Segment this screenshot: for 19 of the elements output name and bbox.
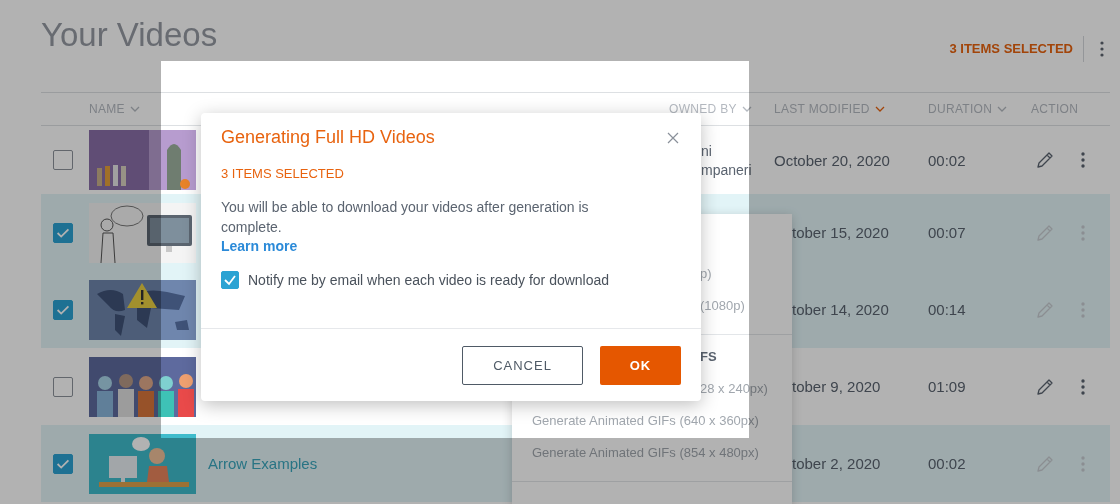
dialog-message: You will be able to download your videos after generation is complete. [221,198,590,237]
duration: 00:02 [928,455,966,472]
selection-count: 3 ITEMS SELECTED [949,36,1084,62]
modified-date: tober 9, 2020 [792,378,881,395]
modified-date: tober 15, 2020 [792,224,889,241]
owner-name: ni [701,142,712,159]
page-title: Your Videos [41,15,218,55]
selection-count: 3 ITEMS SELECTED [221,166,345,181]
modified-date: October 20, 2020 [774,151,890,169]
owner-name: mpaneri [701,161,752,178]
duration: 00:02 [928,151,966,169]
duration: 00:07 [928,224,966,241]
menu-section-title: FS [700,348,717,366]
duration: 01:09 [928,378,966,395]
modified-date: tober 2, 2020 [792,455,881,472]
dialog-title: Generating Full HD Videos [221,127,435,148]
notify-label: Notify me by email when each video is ready for download [248,272,610,288]
duration: 00:14 [928,301,966,318]
modified-date: tober 14, 2020 [792,301,889,318]
